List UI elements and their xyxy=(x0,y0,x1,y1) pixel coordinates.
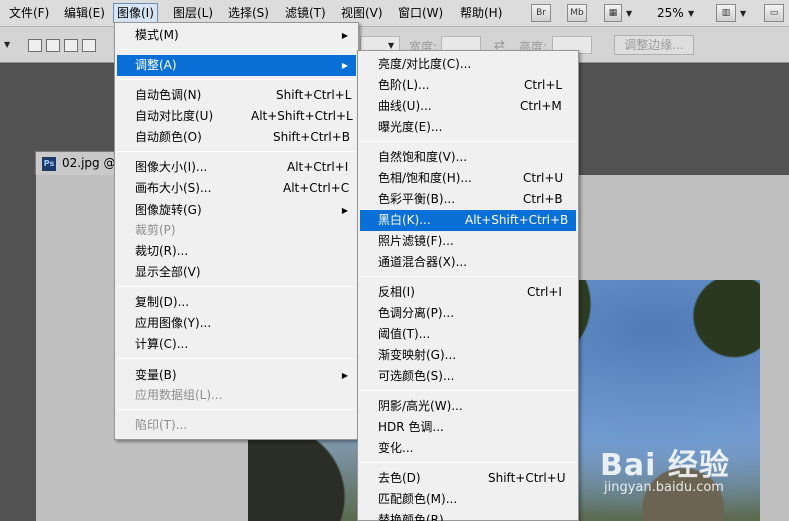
intersect-selection-icon[interactable] xyxy=(82,39,96,52)
menu-item-exposure[interactable]: 曝光度(E)... xyxy=(360,117,576,138)
mini-bridge-button[interactable]: Mb xyxy=(567,4,587,22)
subtract-selection-icon[interactable] xyxy=(64,39,78,52)
menu-item-duplicate[interactable]: 复制(D)... xyxy=(117,292,356,313)
submenu-arrow-icon: ▶ xyxy=(341,61,348,70)
menu-item-calculations[interactable]: 计算(C)... xyxy=(117,334,356,355)
submenu-arrow-icon: ▶ xyxy=(341,371,348,380)
menu-help[interactable]: 帮助(H) xyxy=(457,3,505,23)
menu-item-auto-color[interactable]: 自动颜色(O) Shift+Ctrl+B xyxy=(117,127,356,148)
refine-edge-button[interactable]: 调整边缘... xyxy=(614,35,694,55)
screen-mode-icon[interactable]: ▭ xyxy=(764,4,784,22)
menu-item-apply-data-set[interactable]: 应用数据组(L)... xyxy=(117,385,356,406)
menu-item-variations[interactable]: 变化... xyxy=(360,438,576,459)
arrange-documents-icon[interactable]: ▥ xyxy=(716,4,736,22)
chevron-down-icon[interactable]: ▼ xyxy=(688,9,694,18)
document-title: 02.jpg @ xyxy=(62,156,116,170)
photoshop-icon: Ps xyxy=(42,157,56,171)
menu-item-trim[interactable]: 裁切(R)... xyxy=(117,241,356,262)
watermark-url: jingyan.baidu.com xyxy=(604,480,724,495)
menu-view[interactable]: 视图(V) xyxy=(338,3,386,23)
menu-window[interactable]: 窗口(W) xyxy=(395,3,446,23)
menu-layer[interactable]: 图层(L) xyxy=(170,3,216,23)
chevron-down-icon[interactable]: ▼ xyxy=(740,9,746,18)
menu-item-threshold[interactable]: 阈值(T)... xyxy=(360,324,576,345)
menu-item-posterize[interactable]: 色调分离(P)... xyxy=(360,303,576,324)
menu-item-desaturate[interactable]: 去色(D) Shift+Ctrl+U xyxy=(360,468,576,489)
menu-item-mode[interactable]: 模式(M) ▶ xyxy=(117,25,356,46)
chevron-down-icon[interactable]: ▼ xyxy=(626,9,632,18)
menu-item-variables[interactable]: 变量(B) ▶ xyxy=(117,365,356,386)
menu-item-trap[interactable]: 陷印(T)... xyxy=(117,415,356,436)
image-menu: 模式(M) ▶ 调整(A) ▶ 自动色调(N) Shift+Ctrl+L 自动对比度(… xyxy=(114,22,359,440)
menu-item-image-rotation[interactable]: 图像旋转(G) ▶ xyxy=(117,200,356,221)
menu-item-auto-contrast[interactable]: 自动对比度(U) Alt+Shift+Ctrl+L xyxy=(117,106,356,127)
menu-item-vibrance[interactable]: 自然饱和度(V)... xyxy=(360,147,576,168)
menu-item-crop[interactable]: 裁剪(P) xyxy=(117,220,356,241)
menu-item-shadows-highlights[interactable]: 阴影/高光(W)... xyxy=(360,396,576,417)
menu-item-auto-tone[interactable]: 自动色调(N) Shift+Ctrl+L xyxy=(117,85,356,106)
menu-item-hue-saturation[interactable]: 色相/饱和度(H)... Ctrl+U xyxy=(360,168,576,189)
add-selection-icon[interactable] xyxy=(46,39,60,52)
menu-item-curves[interactable]: 曲线(U)... Ctrl+M xyxy=(360,96,576,117)
menu-item-levels[interactable]: 色阶(L)... Ctrl+L xyxy=(360,75,576,96)
menu-item-apply-image[interactable]: 应用图像(Y)... xyxy=(117,313,356,334)
menu-item-gradient-map[interactable]: 渐变映射(G)... xyxy=(360,345,576,366)
menu-item-hdr-toning[interactable]: HDR 色调... xyxy=(360,417,576,438)
menu-item-selective-color[interactable]: 可选颜色(S)... xyxy=(360,366,576,387)
menu-filter[interactable]: 滤镜(T) xyxy=(282,3,329,23)
menu-item-invert[interactable]: 反相(I) Ctrl+I xyxy=(360,282,576,303)
menu-item-image-size[interactable]: 图像大小(I)... Alt+Ctrl+I xyxy=(117,157,356,178)
baidu-watermark: Bai 经验 jingyan.baidu.com xyxy=(600,440,730,495)
submenu-arrow-icon: ▶ xyxy=(341,31,348,40)
tool-preset-chevron-icon[interactable]: ▼ xyxy=(4,40,10,49)
watermark-brand: Bai 经验 xyxy=(600,448,730,483)
menu-item-color-balance[interactable]: 色彩平衡(B)... Ctrl+B xyxy=(360,189,576,210)
menu-item-photo-filter[interactable]: 照片滤镜(F)... xyxy=(360,231,576,252)
chevron-down-icon[interactable]: ▼ xyxy=(388,41,394,50)
bridge-button[interactable]: Br xyxy=(531,4,551,22)
menu-item-canvas-size[interactable]: 画布大小(S)... Alt+Ctrl+C xyxy=(117,178,356,199)
menu-item-black-white[interactable]: 黑白(K)... Alt+Shift+Ctrl+B xyxy=(360,210,576,231)
menu-item-brightness-contrast[interactable]: 亮度/对比度(C)... xyxy=(360,54,576,75)
submenu-arrow-icon: ▶ xyxy=(341,206,348,215)
menu-item-reveal-all[interactable]: 显示全部(V) xyxy=(117,262,356,283)
menu-file[interactable]: 文件(F) xyxy=(6,3,52,23)
menu-edit[interactable]: 编辑(E) xyxy=(61,3,108,23)
menu-item-adjustments[interactable]: 调整(A) ▶ xyxy=(117,55,356,76)
menu-item-channel-mixer[interactable]: 通道混合器(X)... xyxy=(360,252,576,273)
menu-item-match-color[interactable]: 匹配颜色(M)... xyxy=(360,489,576,510)
extras-icon[interactable]: ▦ xyxy=(604,4,622,22)
menu-item-replace-color[interactable]: 替换颜色(R)... xyxy=(360,510,576,521)
menu-image[interactable]: 图像(I) xyxy=(113,3,158,23)
menu-select[interactable]: 选择(S) xyxy=(225,3,272,23)
zoom-level[interactable]: 25% xyxy=(657,3,684,23)
adjustments-submenu: 亮度/对比度(C)... 色阶(L)... Ctrl+L 曲线(U)... Ctrl… xyxy=(357,50,579,521)
new-selection-icon[interactable] xyxy=(28,39,42,52)
